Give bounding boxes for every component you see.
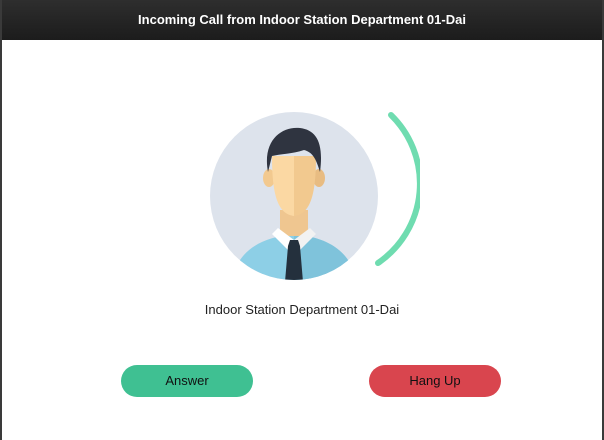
ringing-arc bbox=[375, 112, 423, 266]
window-title: Incoming Call from Indoor Station Depart… bbox=[2, 0, 602, 40]
incoming-call-window: Incoming Call from Indoor Station Depart… bbox=[0, 0, 604, 440]
caller-name: Indoor Station Department 01-Dai bbox=[204, 302, 400, 317]
caller-avatar-icon bbox=[210, 112, 423, 280]
answer-button[interactable]: Answer bbox=[121, 365, 253, 397]
hang-up-button[interactable]: Hang Up bbox=[369, 365, 501, 397]
caller-avatar-area bbox=[208, 110, 423, 282]
